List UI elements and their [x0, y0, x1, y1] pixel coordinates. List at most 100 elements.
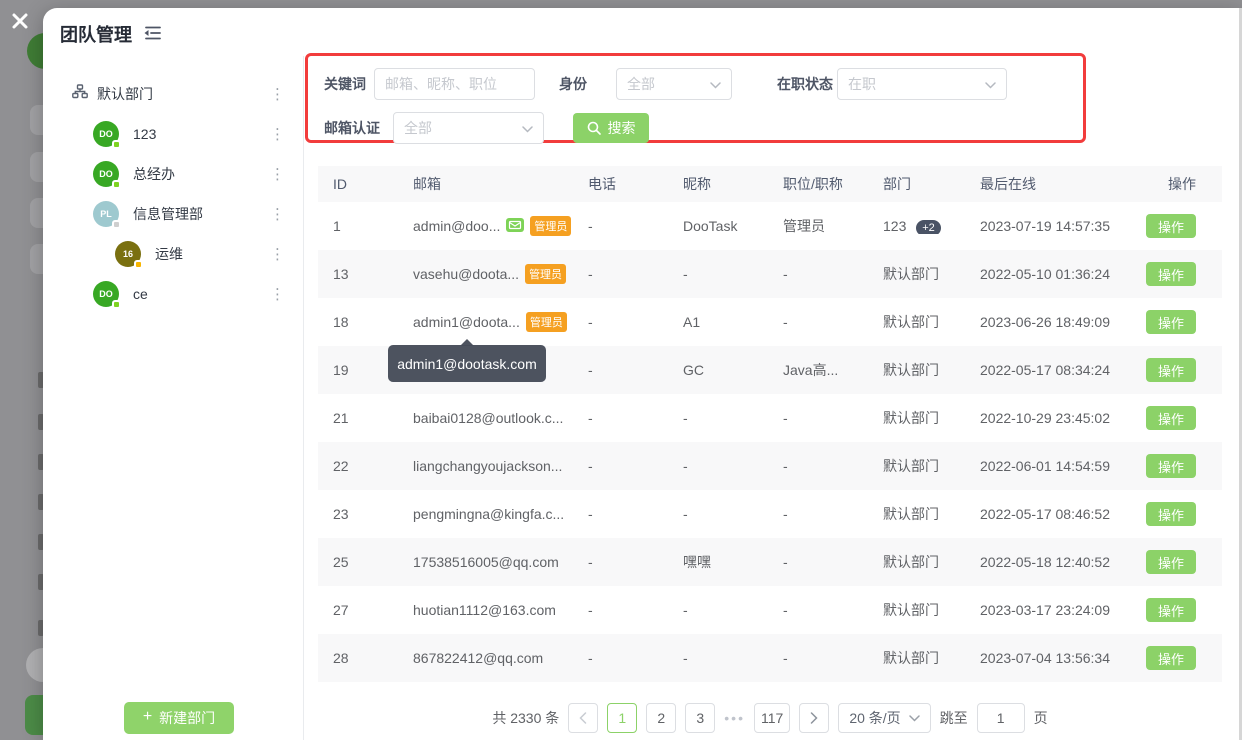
email-text: huotian1112@163.com [413, 602, 556, 618]
page-title-text: 团队管理 [60, 21, 132, 47]
org-chart-icon [72, 84, 88, 104]
cell-department: 默认部门 [868, 600, 965, 620]
cell-last-online: 2023-06-26 18:49:09 [965, 314, 1131, 330]
page-title: 团队管理 [60, 21, 162, 47]
cell-last-online: 2022-10-29 23:45:02 [965, 410, 1131, 426]
last-page-button[interactable]: 117 [754, 703, 790, 733]
cell-nickname: DooTask [668, 218, 768, 234]
cell-position: 管理员 [768, 216, 868, 236]
sidebar-item-department[interactable]: DO 总经办 ⋮ [60, 154, 290, 194]
menu-fold-icon[interactable] [142, 25, 162, 46]
department-avatar: DO [93, 281, 119, 307]
row-action-button[interactable]: 操作 [1146, 358, 1196, 382]
cell-actions: 操作 [1131, 454, 1222, 478]
cell-id: 27 [318, 602, 398, 618]
row-action-button[interactable]: 操作 [1146, 454, 1196, 478]
row-action-button[interactable]: 操作 [1146, 406, 1196, 430]
more-menu-icon[interactable]: ⋮ [270, 287, 284, 302]
cell-nickname: - [668, 650, 768, 666]
cell-id: 25 [318, 554, 398, 570]
mail-verified-icon [506, 218, 524, 235]
cell-phone: - [573, 554, 668, 570]
page-button[interactable]: 3 [685, 703, 715, 733]
department-avatar: 16 [115, 241, 141, 267]
page-ellipsis: ••• [724, 710, 745, 726]
cell-actions: 操作 [1131, 358, 1222, 382]
sidebar-divider [303, 56, 304, 740]
page-button[interactable]: 1 [607, 703, 637, 733]
cell-position: - [768, 554, 868, 570]
row-action-button[interactable]: 操作 [1146, 598, 1196, 622]
email-text: admin1@doota... [413, 314, 520, 330]
cell-email: vasehu@doota... 管理员 [398, 264, 573, 284]
cell-nickname: - [668, 266, 768, 282]
jump-suffix: 页 [1034, 708, 1048, 728]
cell-actions: 操作 [1131, 310, 1222, 334]
cell-actions: 操作 [1131, 406, 1222, 430]
department-text: 默认部门 [883, 266, 939, 282]
row-action-button[interactable]: 操作 [1146, 214, 1196, 238]
department-avatar: DO [93, 121, 119, 147]
employment-select[interactable]: 在职 [837, 68, 1007, 100]
sidebar-item-department[interactable]: 16 运维 ⋮ [60, 234, 290, 274]
department-tree: DO 123 ⋮ DO 总经办 ⋮ PL 信息管 [60, 114, 290, 314]
cell-email: pengmingna@kingfa.c... [398, 506, 573, 522]
sidebar-item-label: 123 [133, 126, 156, 142]
row-action-button[interactable]: 操作 [1146, 646, 1196, 670]
more-menu-icon[interactable]: ⋮ [270, 167, 284, 182]
cell-last-online: 2022-05-17 08:46:52 [965, 506, 1131, 522]
row-action-button[interactable]: 操作 [1146, 502, 1196, 526]
cell-phone: - [573, 458, 668, 474]
keyword-label: 关键词 [324, 74, 366, 94]
cell-phone: - [573, 602, 668, 618]
cell-position: - [768, 506, 868, 522]
search-button[interactable]: 搜索 [573, 113, 649, 143]
identity-select[interactable]: 全部 [616, 68, 732, 100]
cell-id: 22 [318, 458, 398, 474]
page-size-select[interactable]: 20 条/页 [838, 703, 930, 733]
cell-position: - [768, 410, 868, 426]
cell-email: 17538516005@qq.com [398, 554, 573, 570]
table-row: 22 liangchangyoujackson... - - - 默认部门 20… [318, 442, 1222, 490]
plus-icon: + [143, 709, 152, 725]
cell-department: 123 +2 [868, 218, 965, 234]
keyword-input[interactable] [374, 68, 535, 100]
chevron-down-icon [710, 76, 721, 92]
jump-page-input[interactable] [977, 703, 1025, 733]
tooltip-text: admin1@dootask.com [397, 356, 537, 372]
cell-nickname: - [668, 506, 768, 522]
jump-label: 跳至 [940, 708, 968, 728]
cell-position: - [768, 266, 868, 282]
cell-id: 21 [318, 410, 398, 426]
row-action-button[interactable]: 操作 [1146, 550, 1196, 574]
cell-department: 默认部门 [868, 648, 965, 668]
chevron-down-icon [522, 120, 533, 136]
row-action-button[interactable]: 操作 [1146, 262, 1196, 286]
sidebar-item-department[interactable]: DO 123 ⋮ [60, 114, 290, 154]
page-button[interactable]: 2 [646, 703, 676, 733]
email-verify-select[interactable]: 全部 [393, 112, 544, 144]
add-department-button[interactable]: + 新建部门 [124, 702, 234, 734]
row-action-button[interactable]: 操作 [1146, 310, 1196, 334]
next-page-button[interactable] [799, 703, 829, 733]
more-menu-icon[interactable]: ⋮ [270, 247, 284, 262]
cell-phone: - [573, 410, 668, 426]
more-menu-icon[interactable]: ⋮ [270, 87, 284, 102]
close-icon[interactable] [9, 10, 33, 34]
prev-page-button[interactable] [568, 703, 598, 733]
more-menu-icon[interactable]: ⋮ [270, 207, 284, 222]
cell-phone: - [573, 218, 668, 234]
more-menu-icon[interactable]: ⋮ [270, 127, 284, 142]
sidebar-item-department[interactable]: PL 信息管理部 ⋮ [60, 194, 290, 234]
cell-last-online: 2022-05-18 12:40:52 [965, 554, 1131, 570]
table-row: 25 17538516005@qq.com - 嘿嘿 - 默认部门 2022-0… [318, 538, 1222, 586]
cell-department: 默认部门 [868, 504, 965, 524]
status-dot [112, 220, 121, 229]
sidebar-item-department[interactable]: DO ce ⋮ [60, 274, 290, 314]
department-text: 默认部门 [883, 314, 939, 330]
cell-last-online: 2023-07-04 13:56:34 [965, 650, 1131, 666]
cell-department: 默认部门 [868, 312, 965, 332]
page-buttons: 123 [607, 703, 715, 733]
sidebar-item-label: 默认部门 [97, 84, 153, 104]
sidebar-item-root-department[interactable]: 默认部门 ⋮ [60, 74, 290, 114]
